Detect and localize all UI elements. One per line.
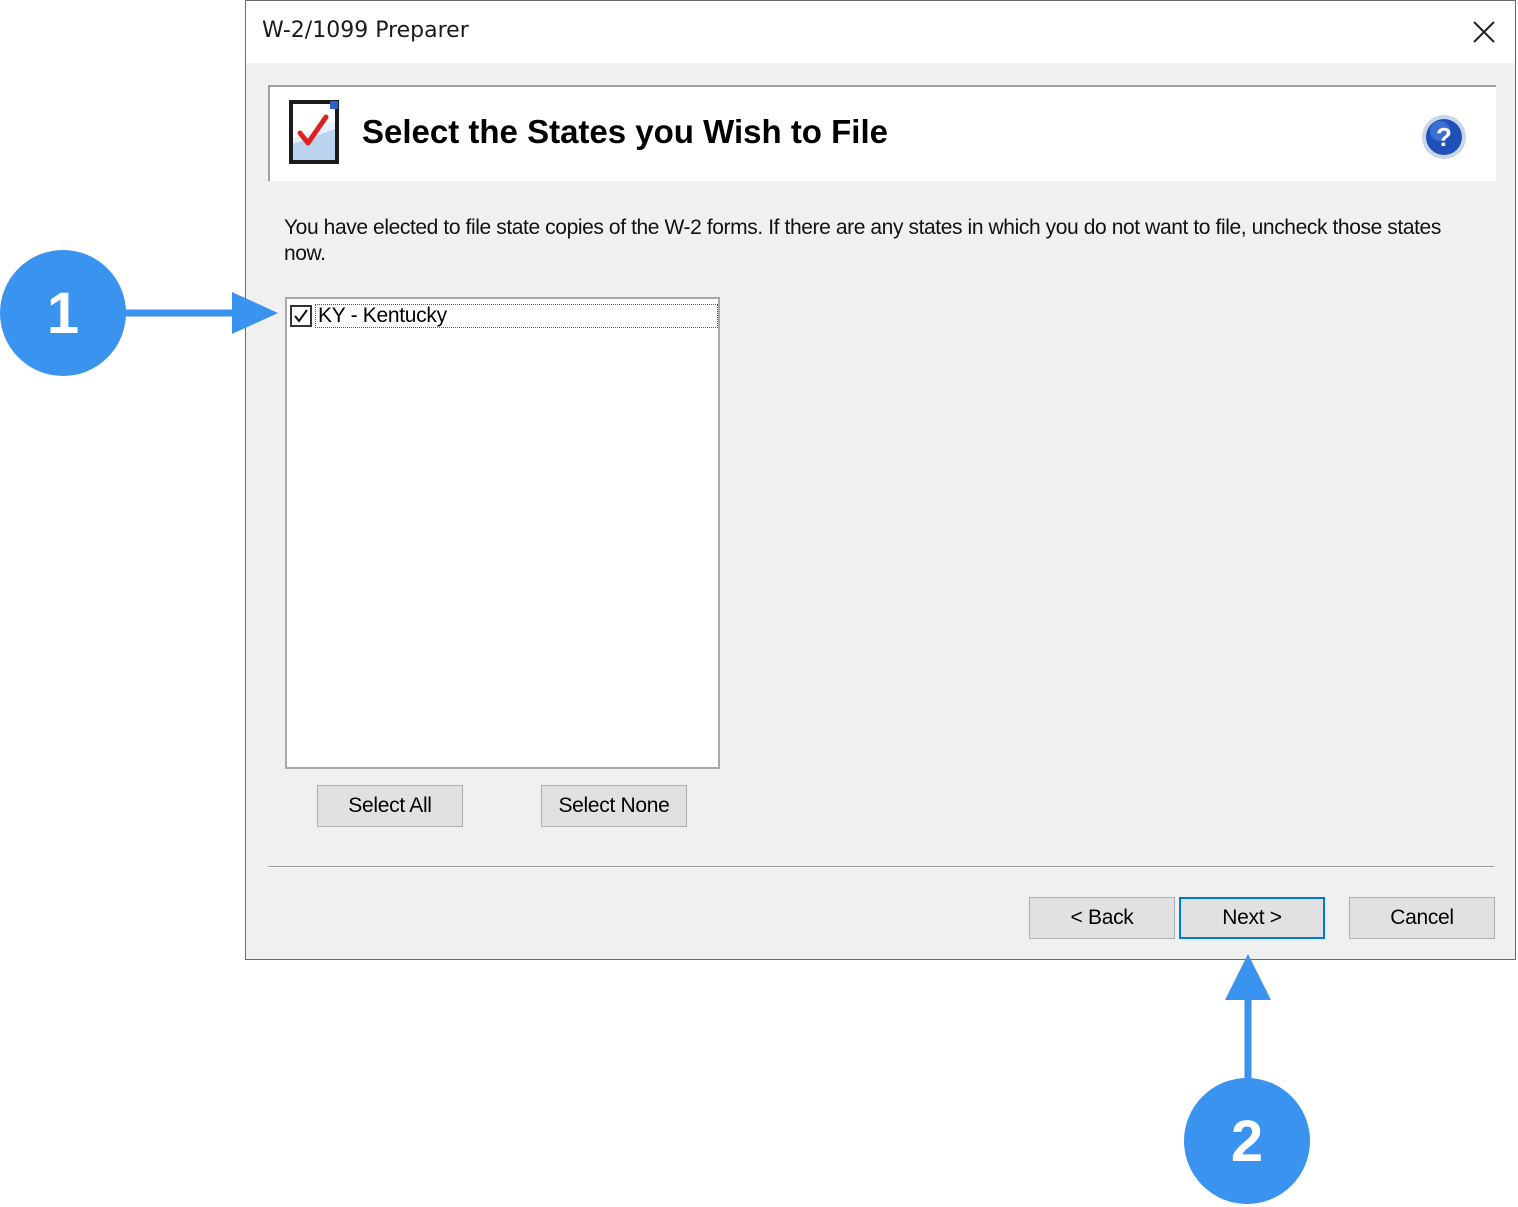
callout-marker-2: 2: [1184, 1078, 1310, 1204]
arrow-right-icon: [120, 292, 278, 334]
callout-marker-1: 1: [0, 250, 126, 376]
callout-arrows: [120, 292, 1271, 1080]
arrow-up-icon: [1225, 954, 1271, 1080]
